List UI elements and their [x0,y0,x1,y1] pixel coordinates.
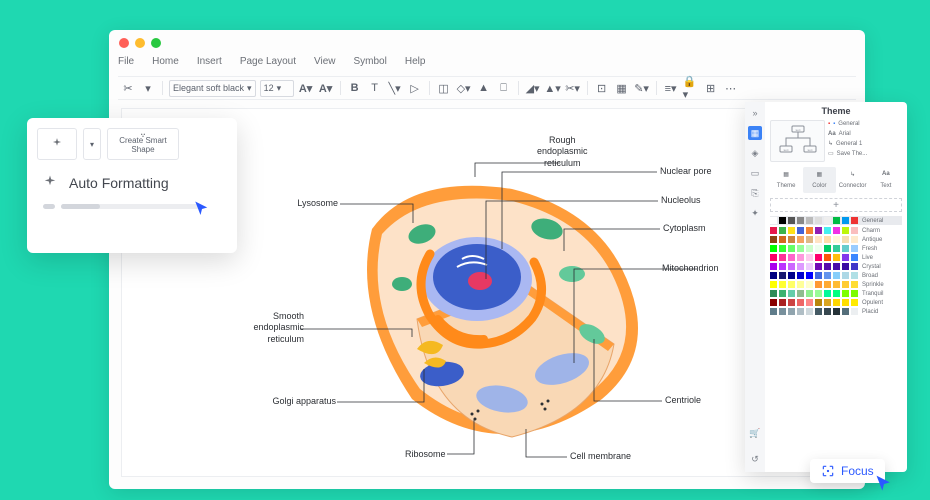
palette-sprinkle[interactable]: Sprinkle [770,281,902,288]
search-icon[interactable]: ⊡ [594,80,610,96]
minimize-window-icon[interactable] [135,38,145,48]
cursor-icon [874,474,894,494]
subtab-connector[interactable]: ↳Connector [837,167,869,193]
menu-home[interactable]: Home [152,56,179,67]
svg-text:text: text [795,128,800,132]
label-ribosome: Ribosome [405,449,446,460]
palette-antique[interactable]: Antique [770,236,902,243]
close-window-icon[interactable] [119,38,129,48]
settings-icon[interactable]: ≡▾ [663,80,679,96]
font-family-select[interactable]: Elegant soft black▾ [169,80,256,97]
layers-tab-icon[interactable]: ◈ [748,146,762,160]
focus-icon [821,464,835,478]
palette-charm[interactable]: Charm [770,227,902,234]
lock-icon[interactable]: 🔒▾ [683,80,699,96]
sparkle-icon [41,174,59,192]
palette-tranquil[interactable]: Tranquil [770,290,902,297]
collapse-icon[interactable]: » [748,106,762,120]
label-lysosome: Lysosome [280,198,338,209]
text-tool-icon[interactable]: T [367,80,383,96]
grid-icon[interactable]: ⊞ [703,80,719,96]
eraser-icon[interactable]: ◫ [436,80,452,96]
page-tab-icon[interactable]: ▭ [748,166,762,180]
bold-icon[interactable]: B [347,80,363,96]
menu-view[interactable]: View [314,56,336,67]
theme-preview-thumb[interactable]: text text text [770,120,825,162]
sparkle-button[interactable] [37,128,77,160]
sparkle-dropdown[interactable]: ▾ [83,128,101,160]
font-size-select[interactable]: 12▾ [260,80,294,97]
doc-tab-icon[interactable]: ⎘ [748,186,762,200]
table-icon[interactable]: ▦ [614,80,630,96]
theme-subtabs: ▦Theme ▦Color ↳Connector AaText [770,167,902,193]
svg-text:text: text [807,148,812,152]
sparkle-icon [50,137,64,151]
label-mitochondrion: Mitochondrion [662,263,719,274]
misc-tab-icon[interactable]: ✦ [748,206,762,220]
label-nuclear-pore: Nuclear pore [660,166,712,177]
smart-shape-popup: ▾ Create SmartShape Auto Formatting [27,118,237,253]
palette-live[interactable]: Live [770,254,902,261]
cart-icon[interactable]: 🛒 [748,426,762,440]
subtab-color[interactable]: ▦Color [803,167,835,193]
paint-icon[interactable]: ▲▾ [545,80,561,96]
palette-fresh[interactable]: Fresh [770,245,902,252]
add-theme-button[interactable]: + [770,198,902,212]
progress-bar[interactable] [61,204,201,209]
font-color-icon[interactable]: A▾ [298,80,314,96]
palette-broad[interactable]: Broad [770,272,902,279]
label-cell-membrane: Cell membrane [570,451,631,462]
label-golgi: Golgi apparatus [262,396,336,407]
palette-opulent[interactable]: Opulent [770,299,902,306]
menu-bar: File Home Insert Page Layout View Symbol… [118,56,425,67]
menu-help[interactable]: Help [405,56,426,67]
palette-crystal[interactable]: Crystal [770,263,902,270]
label-rough-er: Roughendoplasmicreticulum [537,135,588,169]
create-smart-shape-button[interactable]: Create SmartShape [107,128,179,160]
cursor-icon [193,200,211,218]
menu-insert[interactable]: Insert [197,56,222,67]
palette-list: General Charm Antique Fresh Live Crystal Broad… [770,216,902,315]
line-tool-icon[interactable]: ╲▾ [387,80,403,96]
fill-icon[interactable]: ◢▾ [525,80,541,96]
auto-formatting-item[interactable]: Auto Formatting [41,174,227,192]
label-nucleolus: Nucleolus [661,195,701,206]
subtab-theme[interactable]: ▦Theme [770,167,802,193]
label-smooth-er: Smoothendoplasmicreticulum [242,311,304,345]
toolbar: ✂ ▾ Elegant soft black▾ 12▾ A▾ A▾ B T ╲▾… [118,76,856,100]
align-icon[interactable]: ▲ [476,80,492,96]
theme-info: ▪▪ General Aa Arial ↳ General 1 ▭ Save T… [828,120,867,162]
palette-general[interactable]: General [770,216,902,225]
svg-text:text: text [783,148,788,152]
pen-icon[interactable]: ✎▾ [634,80,650,96]
text-box-icon[interactable]: ⎕ [496,80,512,96]
history-icon[interactable]: ↺ [748,452,762,466]
shape-icon[interactable]: ◇▾ [456,80,472,96]
grid-tab-icon[interactable]: ▦ [748,126,762,140]
theme-panel: » ▦ ◈ ▭ ⎘ ✦ 🛒 ↺ Theme text text text ▪▪ Ge… [745,102,907,472]
menu-file[interactable]: File [118,56,134,67]
maximize-window-icon[interactable] [151,38,161,48]
palette-placid[interactable]: Placid [770,308,902,315]
cell-diagram: Roughendoplasmicreticulum Nuclear pore L… [262,119,702,477]
font-highlight-icon[interactable]: A▾ [318,80,334,96]
cut-icon[interactable]: ✂ [120,80,136,96]
label-centriole: Centriole [665,395,701,406]
menu-symbol[interactable]: Symbol [354,56,387,67]
label-cytoplasm: Cytoplasm [663,223,706,234]
crop-icon[interactable]: ✂▾ [565,80,581,96]
menu-page-layout[interactable]: Page Layout [240,56,296,67]
more-icon[interactable]: ⋯ [723,80,739,96]
cell-illustration-svg [262,119,702,477]
subtab-text[interactable]: AaText [870,167,902,193]
pointer-tool-icon[interactable]: ▷ [407,80,423,96]
panel-sidebar: » ▦ ◈ ▭ ⎘ ✦ 🛒 ↺ [745,102,765,472]
theme-title: Theme [770,106,902,116]
copy-icon[interactable]: ▾ [140,80,156,96]
window-controls [119,38,161,48]
